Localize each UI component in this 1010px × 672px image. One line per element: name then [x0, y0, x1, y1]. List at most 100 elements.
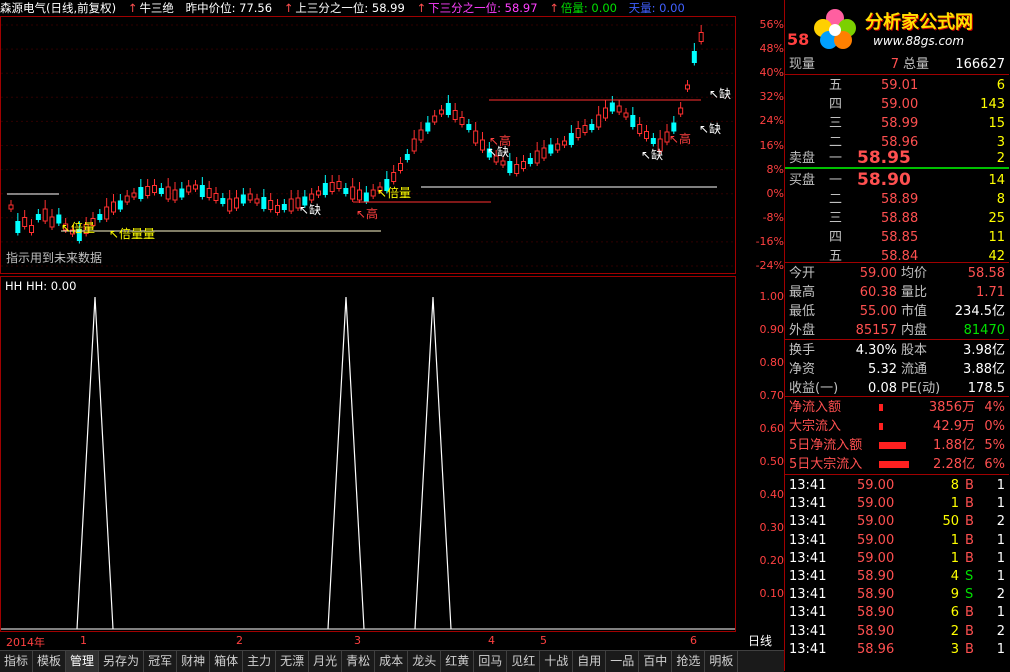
svg-text:↖高: ↖高 — [489, 133, 511, 148]
tab-14[interactable]: 回马 — [474, 651, 508, 672]
date-label: 3 — [354, 634, 361, 647]
tab-9[interactable]: 月光 — [309, 651, 343, 672]
flow-value: 3856万 — [928, 400, 975, 415]
stat-value: 234.5亿 — [954, 304, 1005, 319]
tab-19[interactable]: 百中 — [639, 651, 673, 672]
y-tick-label: 0.90 — [759, 323, 785, 336]
tab-10[interactable]: 青松 — [342, 651, 376, 672]
stat-row: 今开 59.00 均价 58.58 — [785, 264, 1009, 283]
tick-volume: 6 — [950, 605, 959, 621]
flow-percent: 0% — [984, 419, 1005, 434]
flow-value: 42.9万 — [933, 419, 975, 434]
max-volume-label: 天量: 0.00 — [628, 1, 685, 15]
stat-value: 0.08 — [868, 381, 897, 396]
stat-row: 最高 60.38 量比 1.71 — [785, 283, 1009, 302]
template-tabs: 指标 模板 管理 另存为 冠军 财神 箱体 主力 无漂 月光 青松 成本 龙头 红黄 回马 见红 十战 自用 一品百… — [0, 650, 784, 672]
tab-7[interactable]: 主力 — [243, 651, 277, 672]
ask-volume: 15 — [988, 116, 1005, 131]
main-candlestick-chart[interactable]: ↖倍量 ↖倍量量 ↖倍量 ↖高 ↖缺 ↖缺 ↖缺 ↖缺 ↖缺 ↖高 ↖高 指示用到未来数据 — [0, 16, 736, 274]
tick-count: 1 — [996, 496, 1005, 512]
bid-row: 三 58.88 25 — [785, 209, 1009, 228]
times-volume-label: 倍量: 0.00 — [560, 1, 617, 15]
tick-row: 13:41 58.90 2 B 2 — [785, 622, 1009, 641]
tick-time: 13:41 — [789, 478, 827, 493]
ask-level: 四 — [829, 97, 843, 112]
tick-price: 58.90 — [857, 605, 895, 621]
tick-count: 1 — [996, 550, 1005, 566]
indicator-chart[interactable]: HH HH: 0.00 — [0, 276, 736, 632]
current-price: 58 — [787, 30, 810, 49]
chart-header: 森源电气(日线,前复权) ↑ 牛三绝 昨中价位: 77.56 ↑ 上三分之一位: 5… — [0, 0, 780, 16]
y-tick-label: 56% — [759, 18, 784, 31]
tick-volume: 4 — [950, 569, 959, 584]
up-arrow-icon: ↑ — [416, 1, 427, 15]
ask-price: 58.99 — [881, 116, 919, 131]
tick-price: 58.96 — [857, 641, 895, 657]
tick-time: 13:41 — [789, 550, 827, 566]
ask-row: 四 59.00 143 — [785, 95, 1009, 114]
tick-price: 58.90 — [857, 569, 895, 584]
tab-1[interactable]: 模板 — [33, 651, 67, 672]
y-tick-label: 0.40 — [759, 488, 785, 501]
tick-side: B — [965, 550, 974, 566]
tab-13[interactable]: 红黄 — [441, 651, 475, 672]
tab-16[interactable]: 十战 — [540, 651, 574, 672]
y-tick-label: 24% — [759, 114, 784, 128]
tab-20[interactable]: 抢选 — [672, 651, 706, 672]
tab-5[interactable]: 财神 — [177, 651, 211, 672]
tick-side: B — [965, 478, 974, 493]
y-tick-label: 0.60 — [759, 422, 785, 435]
svg-text:↖缺: ↖缺 — [641, 147, 663, 162]
tab-0[interactable]: 指标 — [0, 651, 34, 672]
stat-label: 流通 — [901, 362, 928, 377]
logo-url: www.88gs.com — [873, 34, 965, 48]
tick-volume: 1 — [950, 496, 959, 512]
svg-text:↖缺: ↖缺 — [699, 121, 721, 136]
y-tick-label: -16% — [755, 234, 784, 248]
tick-price: 59.00 — [857, 550, 895, 566]
y-tick-label: 16% — [759, 138, 784, 152]
tab-8[interactable]: 无漂 — [276, 651, 310, 672]
period-button[interactable]: 日线 — [736, 632, 784, 650]
tab-21[interactable]: 明板 — [705, 651, 739, 672]
tick-count: 1 — [996, 605, 1005, 621]
stat-value: 81470 — [963, 323, 1005, 338]
tick-time: 13:41 — [789, 587, 827, 603]
up-arrow-icon: ↑ — [127, 1, 138, 15]
tab-3[interactable]: 另存为 — [99, 651, 145, 672]
stat-row: 换手 4.30% 股本 3.98亿 — [785, 341, 1009, 360]
tick-side: S — [965, 569, 974, 584]
tab-17[interactable]: 自用 — [573, 651, 607, 672]
tab-12[interactable]: 龙头 — [408, 651, 442, 672]
logo-text: 分析家公式网 — [865, 12, 973, 33]
stat-label: PE(动) — [901, 381, 941, 396]
svg-text:↖缺: ↖缺 — [709, 86, 731, 101]
bid-price: 58.85 — [881, 230, 919, 245]
now-volume-label: 现量 — [789, 57, 816, 72]
tick-time: 13:41 — [789, 514, 827, 530]
flow-percent: 6% — [984, 457, 1005, 472]
svg-text:↖倍量: ↖倍量 — [377, 185, 411, 200]
main-y-axis: 56% 48% 40% 32% 24% 16% 8% 0% -8% -16% -24% — [736, 16, 784, 274]
tab-18[interactable]: 一品 — [606, 651, 640, 672]
tab-4[interactable]: 冠军 — [144, 651, 178, 672]
tick-row: 13:41 58.90 9 S 2 — [785, 585, 1009, 604]
stat-label: 最低 — [789, 304, 816, 319]
y-tick-label: 0.80 — [759, 356, 785, 369]
date-label: 4 — [488, 634, 495, 647]
ask-row: 五 59.01 6 — [785, 76, 1009, 95]
date-label: 1 — [80, 634, 87, 647]
flow-label: 5日大宗流入 — [789, 457, 863, 472]
stat-label: 收益(一) — [789, 381, 839, 396]
tab-15[interactable]: 见红 — [507, 651, 541, 672]
tab-2[interactable]: 管理 — [66, 651, 100, 672]
ask-level: 三 — [829, 116, 843, 131]
tick-time: 13:41 — [789, 641, 827, 657]
flow-bar — [879, 442, 906, 449]
tick-price: 58.90 — [857, 587, 895, 603]
ask-level: 一 — [829, 151, 843, 166]
tab-6[interactable]: 箱体 — [210, 651, 244, 672]
date-axis: 2014年 1 2 3 4 5 6 — [0, 632, 736, 650]
tick-volume: 2 — [950, 623, 959, 639]
tab-11[interactable]: 成本 — [375, 651, 409, 672]
